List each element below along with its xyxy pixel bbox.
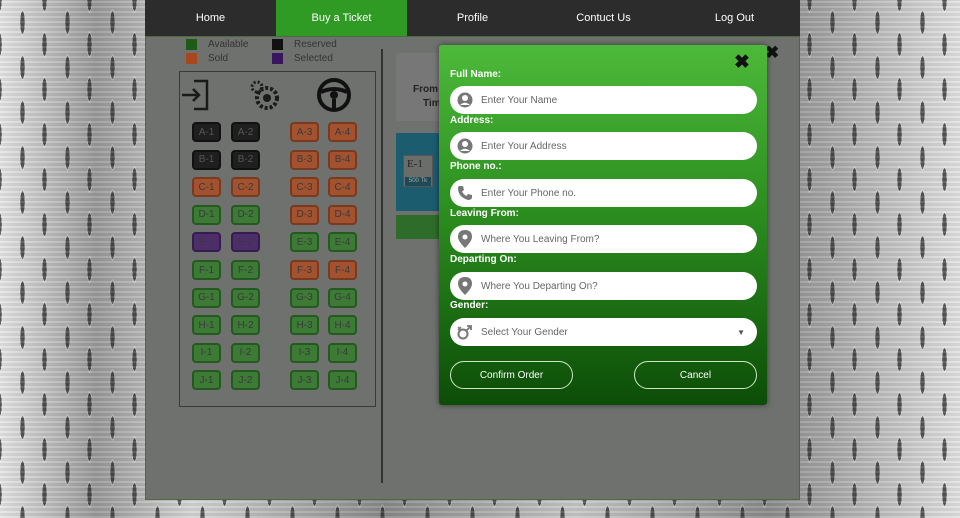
legend-sold-swatch — [186, 53, 197, 64]
location-pin-icon — [456, 230, 474, 248]
steering-wheel-icon — [317, 78, 351, 112]
seat-c-1[interactable]: C-1 — [192, 177, 221, 198]
nav-profile[interactable]: Profile — [407, 0, 538, 36]
seat-f-1[interactable]: F-1 — [192, 260, 221, 280]
seat-h-4[interactable]: H-4 — [328, 315, 357, 336]
from-label: From — [413, 84, 438, 95]
leaving-from-label: Leaving From: — [450, 208, 519, 219]
location-pin-icon — [456, 277, 474, 295]
full-name-label: Full Name: — [450, 69, 502, 80]
seat-g-3[interactable]: G-3 — [290, 287, 319, 308]
gender-select-value: Select Your Gender — [481, 326, 568, 338]
seat-c-3[interactable]: C-3 — [290, 177, 319, 198]
legend-reserved: Reserved — [272, 39, 337, 50]
gender-select[interactable]: Select Your Gender ▼ — [450, 318, 757, 346]
selected-seat-label: E-1 — [407, 158, 423, 170]
outer-close-icon[interactable]: ✖ — [765, 44, 779, 61]
seat-f-3[interactable]: F-3 — [290, 260, 319, 280]
gender-label: Gender: — [450, 300, 489, 311]
seat-e-4[interactable]: E-4 — [328, 232, 357, 253]
seat-d-3[interactable]: D-3 — [290, 204, 319, 225]
nav-log-out[interactable]: Log Out — [669, 0, 800, 36]
departing-on-label: Departing On: — [450, 254, 517, 265]
order-modal: ✖ Full Name: Address: Phone no.: Leaving… — [439, 45, 767, 405]
seat-i-4[interactable]: I-4 — [328, 342, 357, 363]
full-name-input[interactable] — [481, 94, 757, 106]
address-input[interactable] — [481, 140, 757, 152]
cancel-button[interactable]: Cancel — [634, 361, 757, 389]
seat-e-1[interactable]: E-1 — [192, 232, 221, 253]
legend-reserved-swatch — [272, 39, 283, 50]
seat-j-1[interactable]: J-1 — [192, 370, 221, 391]
full-name-field[interactable] — [450, 86, 757, 114]
nav-home[interactable]: Home — [145, 0, 276, 36]
legend-available-label: Available — [208, 39, 249, 50]
address-label: Address: — [450, 115, 494, 126]
engine-icon — [250, 80, 279, 110]
seat-h-1[interactable]: H-1 — [192, 315, 221, 336]
legend-sold: Sold — [186, 53, 228, 64]
phone-label: Phone no.: — [450, 161, 502, 172]
legend-available: Available — [186, 39, 248, 50]
seat-i-3[interactable]: I-3 — [290, 342, 319, 363]
seat-e-3[interactable]: E-3 — [290, 232, 319, 253]
seat-j-3[interactable]: J-3 — [290, 370, 319, 391]
phone-icon — [456, 184, 474, 202]
user-icon — [456, 137, 474, 155]
seat-i-1[interactable]: I-1 — [192, 342, 221, 363]
legend-selected-swatch — [272, 53, 283, 64]
phone-field[interactable] — [450, 179, 757, 207]
leaving-from-input[interactable] — [481, 233, 757, 245]
seat-e-2[interactable]: E-2 — [231, 232, 260, 253]
user-icon — [456, 91, 474, 109]
seat-c-2[interactable]: C-2 — [231, 177, 260, 198]
legend-selected: Selected — [272, 53, 333, 64]
seat-a-2[interactable]: A-2 — [231, 122, 260, 142]
seat-j-4[interactable]: J-4 — [328, 370, 357, 391]
chevron-down-icon: ▼ — [737, 327, 745, 337]
entrance-icon — [182, 79, 209, 111]
legend-available-swatch — [186, 39, 197, 50]
seat-d-2[interactable]: D-2 — [231, 204, 260, 225]
trip-info-text: From Tim — [413, 83, 441, 111]
seat-a-3[interactable]: A-3 — [290, 122, 319, 142]
seat-b-3[interactable]: B-3 — [290, 149, 319, 170]
leaving-from-field[interactable] — [450, 225, 757, 253]
seat-b-2[interactable]: B-2 — [231, 149, 260, 170]
seat-a-4[interactable]: A-4 — [328, 122, 357, 142]
legend-reserved-label: Reserved — [294, 39, 337, 50]
vertical-divider — [381, 49, 383, 483]
selected-seat-price: 500 Tk — [405, 177, 431, 186]
seat-i-2[interactable]: I-2 — [231, 342, 260, 363]
seat-h-3[interactable]: H-3 — [290, 315, 319, 336]
seat-g-4[interactable]: G-4 — [328, 287, 357, 308]
seat-f-4[interactable]: F-4 — [328, 260, 357, 280]
nav-buy-ticket[interactable]: Buy a Ticket — [276, 0, 407, 36]
modal-close-icon[interactable]: ✖ — [734, 53, 750, 72]
confirm-order-button[interactable]: Confirm Order — [450, 361, 573, 389]
address-field[interactable] — [450, 132, 757, 160]
seat-b-1[interactable]: B-1 — [192, 149, 221, 170]
phone-input[interactable] — [481, 187, 757, 199]
navbar: Home Buy a Ticket Profile Contuct Us Log… — [145, 0, 800, 36]
seat-d-4[interactable]: D-4 — [328, 204, 357, 225]
gender-icon — [456, 323, 474, 341]
nav-contact-us[interactable]: Contuct Us — [538, 0, 669, 36]
seat-j-2[interactable]: J-2 — [231, 370, 260, 391]
departing-on-input[interactable] — [481, 280, 757, 292]
seat-map: A-1 A-2 A-3 A-4 B-1 B-2 B-3 B-4 C-1 C-2 C-3 C-4 D-1 D… — [179, 71, 376, 407]
seat-b-4[interactable]: B-4 — [328, 149, 357, 170]
legend-selected-label: Selected — [294, 53, 333, 64]
seat-g-1[interactable]: G-1 — [192, 287, 221, 308]
seat-g-2[interactable]: G-2 — [231, 287, 260, 308]
seat-f-2[interactable]: F-2 — [231, 260, 260, 280]
legend-sold-label: Sold — [208, 53, 229, 64]
seat-a-1[interactable]: A-1 — [192, 122, 221, 142]
seat-h-2[interactable]: H-2 — [231, 315, 260, 336]
seat-d-1[interactable]: D-1 — [192, 204, 221, 225]
departing-on-field[interactable] — [450, 272, 757, 300]
time-label: Tim — [423, 98, 441, 109]
green-action-bar — [396, 215, 444, 239]
seat-c-4[interactable]: C-4 — [328, 177, 357, 198]
